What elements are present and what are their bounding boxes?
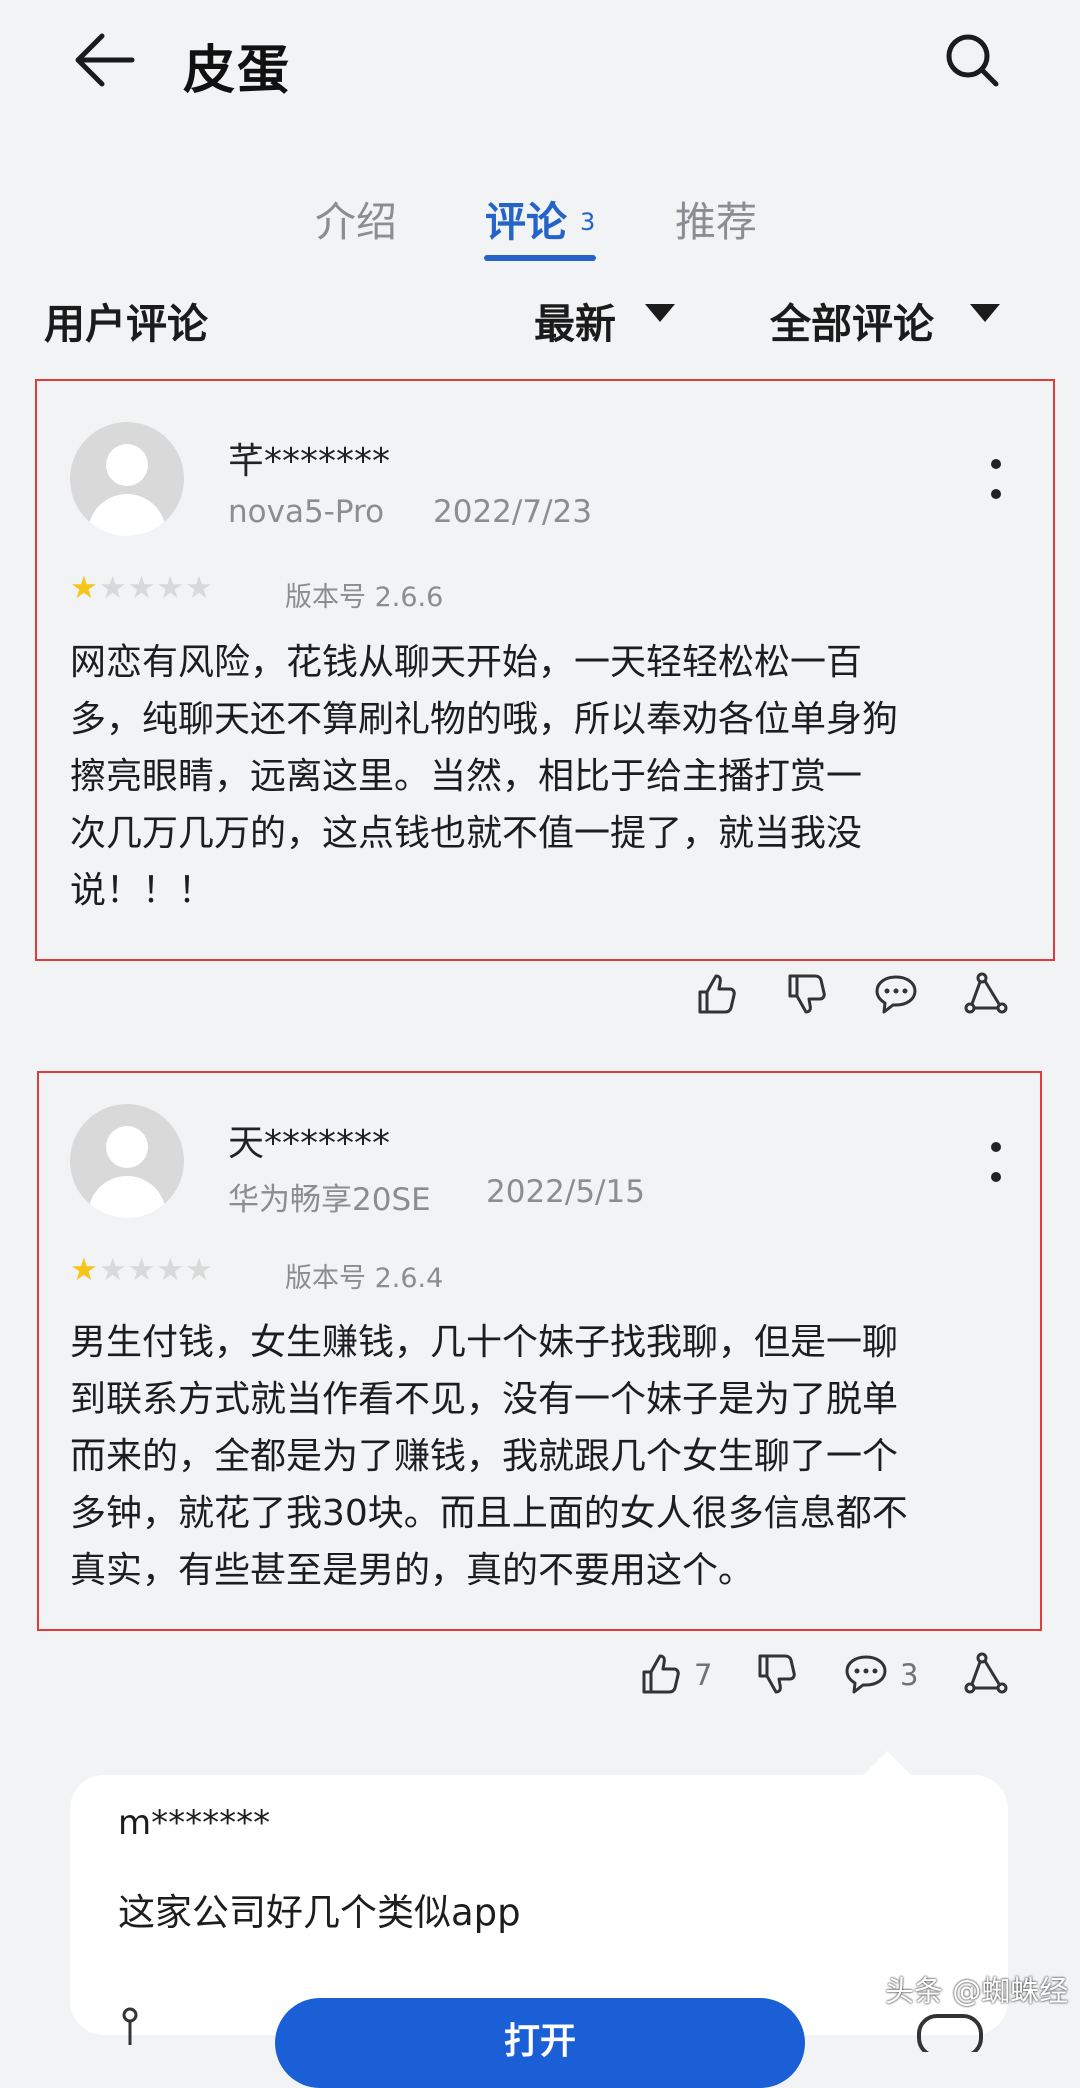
review-date: 2022/7/23 xyxy=(433,494,592,530)
scope-caret-icon[interactable] xyxy=(970,304,1000,322)
review-device: nova5-Pro xyxy=(228,494,385,530)
thumb-down-icon[interactable] xyxy=(782,970,830,1018)
avatar[interactable] xyxy=(70,422,184,536)
bottom-comment-icon[interactable] xyxy=(915,2012,985,2052)
sort-dropdown[interactable]: 最新 xyxy=(534,290,616,350)
review-text: 网恋有风险，花钱从聊天开始，一天轻轻松松一百 多，纯聊天还不算刷礼物的哦，所以奉… xyxy=(70,642,899,911)
back-arrow-icon[interactable] xyxy=(70,30,140,90)
like-count: 7 xyxy=(694,1658,713,1692)
bottom-left-icon[interactable] xyxy=(110,2005,150,2045)
tab-reviews-count: 3 xyxy=(580,208,596,236)
section-title: 用户评论 xyxy=(44,300,208,348)
share-icon[interactable] xyxy=(962,970,1010,1018)
open-button-label: 打开 xyxy=(503,2021,576,2062)
avatar[interactable] xyxy=(70,1104,184,1218)
tab-recommend[interactable]: 推荐 xyxy=(675,188,757,248)
comment-count: 3 xyxy=(900,1658,919,1692)
search-icon[interactable] xyxy=(940,28,1004,92)
review-text: 男生付钱，女生赚钱，几十个妹子找我聊，但是一聊 到联系方式就当作看不见，没有一个… xyxy=(70,1322,908,1591)
thumb-up-icon[interactable] xyxy=(636,1650,684,1698)
tab-intro[interactable]: 介绍 xyxy=(315,188,397,248)
review-version: 版本号 2.6.4 xyxy=(285,1263,444,1294)
rating-stars: ★★★★★ xyxy=(70,570,214,606)
sort-caret-icon[interactable] xyxy=(645,304,675,322)
more-options-icon[interactable] xyxy=(986,455,1006,505)
active-tab-indicator xyxy=(484,255,596,261)
reply-username: m******* xyxy=(118,1803,271,1843)
share-icon[interactable] xyxy=(962,1650,1010,1698)
tab-reviews[interactable]: 评论 xyxy=(485,188,567,248)
review-username: 天******* xyxy=(228,1123,391,1164)
rating-stars: ★★★★★ xyxy=(70,1252,214,1288)
reply-text: 这家公司好几个类似app xyxy=(118,1891,521,1934)
review-date: 2022/5/15 xyxy=(486,1174,645,1210)
watermark: 头条 @蜘蛛经 xyxy=(885,1974,1069,2008)
scope-dropdown[interactable]: 全部评论 xyxy=(770,290,934,350)
open-button[interactable]: 打开 xyxy=(275,1998,805,2088)
page-title: 皮蛋 xyxy=(183,41,292,101)
thumb-up-icon[interactable] xyxy=(692,970,740,1018)
review-username: 芊******* xyxy=(228,441,391,482)
thumb-down-icon[interactable] xyxy=(752,1650,800,1698)
review-version: 版本号 2.6.6 xyxy=(285,582,444,613)
comment-icon[interactable] xyxy=(842,1650,890,1698)
review-device: 华为畅享20SE xyxy=(228,1182,431,1218)
comment-icon[interactable] xyxy=(872,970,920,1018)
more-options-icon[interactable] xyxy=(986,1138,1006,1188)
